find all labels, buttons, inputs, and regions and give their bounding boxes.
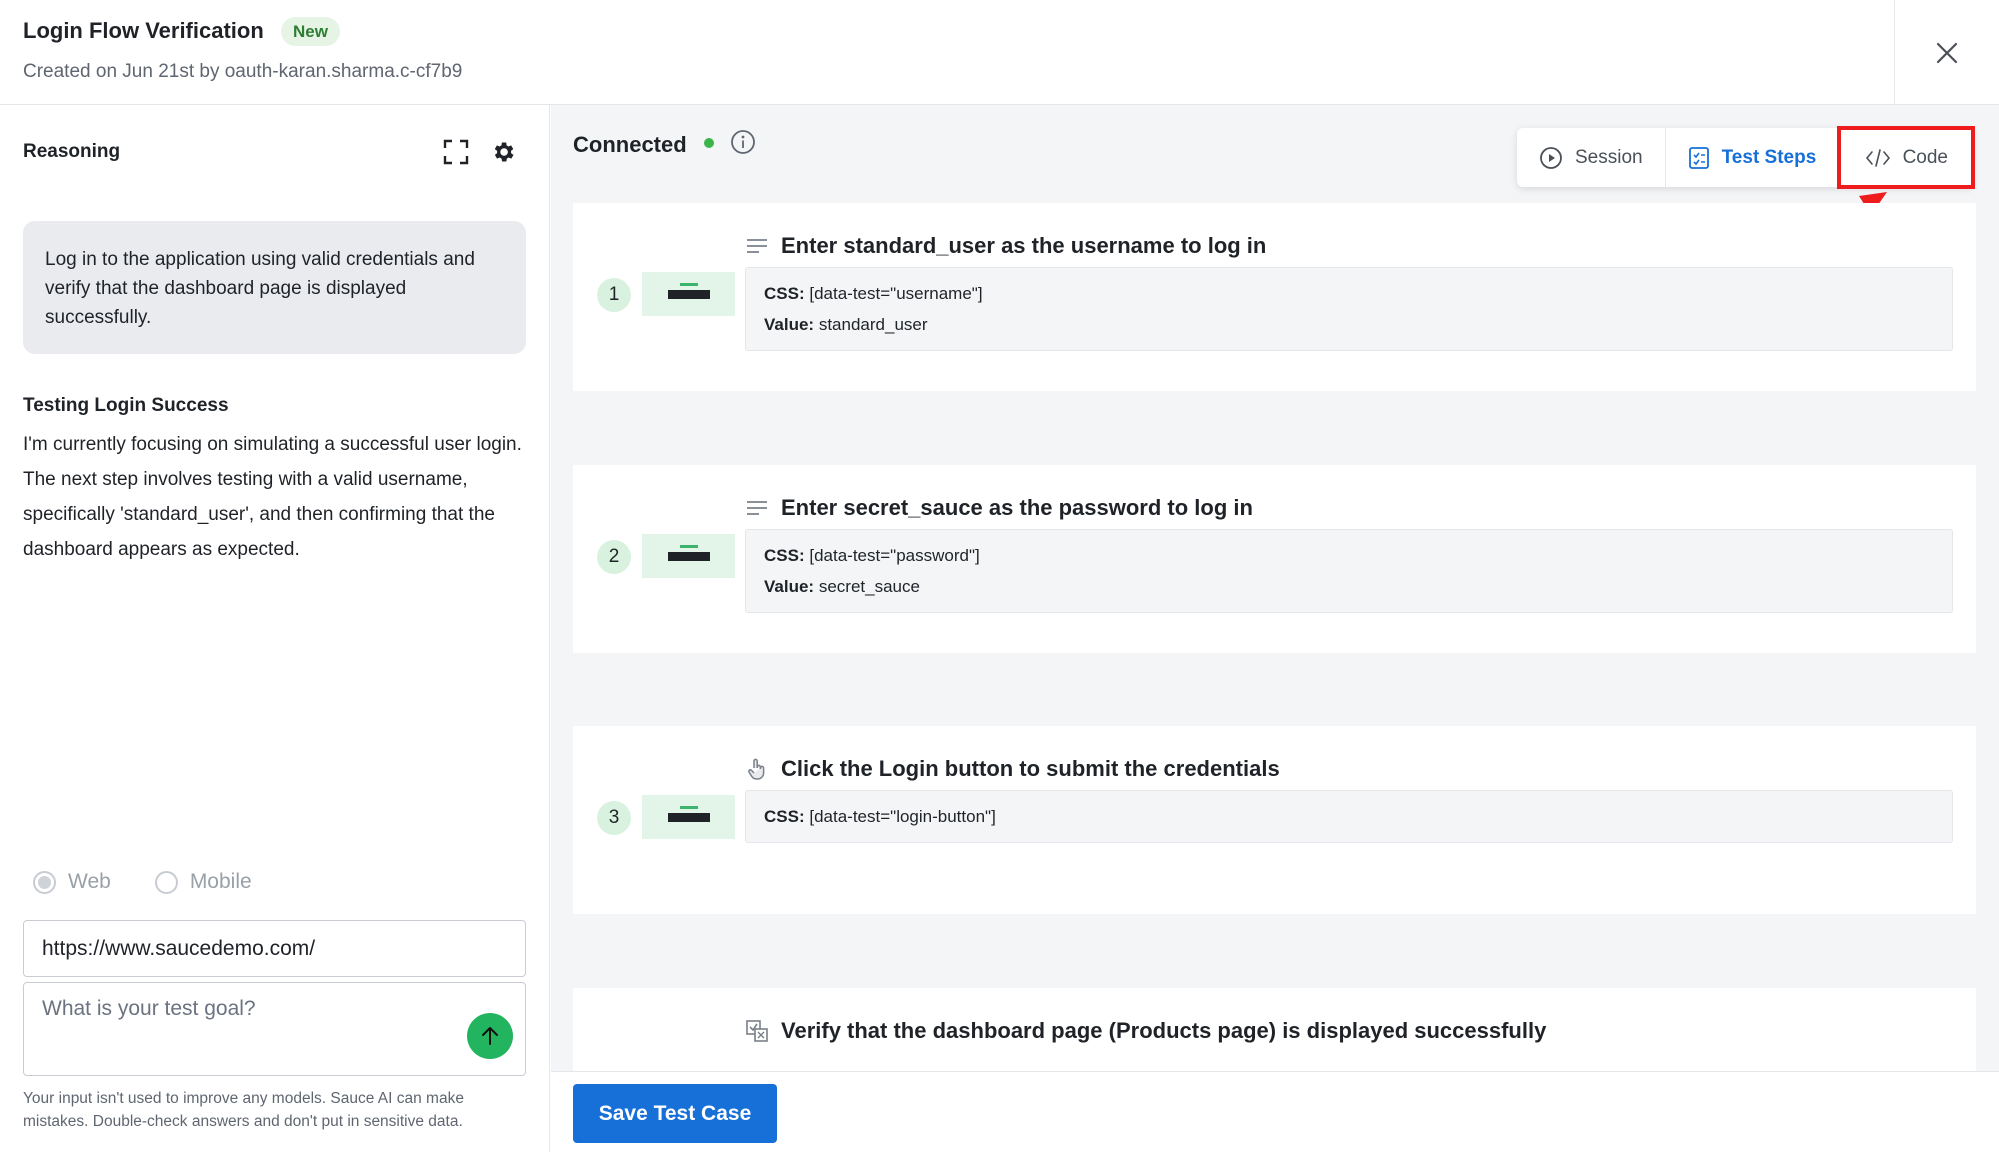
- step-card-2[interactable]: 2 Enter secret_sauce as the password to …: [573, 465, 1976, 653]
- step-title: Verify that the dashboard page (Products…: [781, 1018, 1547, 1043]
- tab-code-label: Code: [1902, 146, 1948, 168]
- css-selector: [data-test="username"]: [809, 284, 983, 303]
- css-label: CSS:: [764, 284, 805, 303]
- goal-message-bubble: Log in to the application using valid cr…: [23, 221, 526, 354]
- css-label: CSS:: [764, 546, 805, 565]
- gear-icon: [494, 142, 514, 162]
- info-icon[interactable]: [729, 128, 757, 156]
- step-title: Enter standard_user as the username to l…: [781, 233, 1267, 258]
- tap-icon: [748, 758, 765, 780]
- close-button[interactable]: [1894, 0, 1999, 105]
- send-button[interactable]: [467, 1013, 513, 1059]
- reasoning-panel: Reasoning Log in to the application usin…: [0, 105, 550, 1152]
- arrow-up-icon: [482, 1027, 498, 1045]
- step-screenshot-thumbnail[interactable]: [642, 272, 735, 316]
- css-selector: [data-test="password"]: [809, 546, 980, 565]
- dialog-header: Login Flow Verification New Created on J…: [0, 0, 1999, 105]
- step-title: Enter secret_sauce as the password to lo…: [781, 495, 1253, 520]
- tab-test-steps[interactable]: Test Steps: [1666, 128, 1840, 187]
- radio-mobile-indicator: [154, 870, 178, 894]
- tab-test-steps-label: Test Steps: [1721, 146, 1817, 168]
- settings-button[interactable]: [486, 135, 520, 169]
- step-detail: CSS: [data-test="username"] Value: stand…: [745, 267, 1953, 351]
- step-card-1[interactable]: 1 Enter standard_user as the username to…: [573, 203, 1976, 391]
- new-badge: New: [281, 17, 340, 46]
- step-screenshot-thumbnail[interactable]: [642, 795, 735, 839]
- step-number: 3: [597, 801, 631, 835]
- value-label: Value:: [764, 577, 815, 596]
- connected-indicator-icon: [704, 138, 714, 148]
- save-test-case-button[interactable]: Save Test Case: [573, 1084, 777, 1143]
- test-goal-input[interactable]: [24, 983, 525, 1075]
- step-number: 2: [597, 540, 631, 574]
- step-number: 1: [597, 278, 631, 312]
- close-icon: [1936, 42, 1958, 63]
- thinking-body: I'm currently focusing on simulating a s…: [23, 434, 522, 560]
- tab-session-label: Session: [1575, 146, 1643, 168]
- step-screenshot-thumbnail[interactable]: [642, 534, 735, 578]
- step-detail: CSS: [data-test="password"] Value: secre…: [745, 529, 1953, 613]
- created-subtitle: Created on Jun 21st by oauth-karan.sharm…: [23, 61, 463, 82]
- tab-code[interactable]: Code: [1837, 126, 1976, 189]
- thinking-title: Testing Login Success: [23, 395, 229, 416]
- view-tabs: Session Test Steps Code: [1517, 126, 1976, 189]
- play-circle-icon: [1540, 146, 1562, 169]
- radio-mobile[interactable]: Mobile: [154, 870, 252, 894]
- css-label: CSS:: [764, 807, 805, 826]
- reasoning-label: Reasoning: [23, 141, 121, 162]
- step-detail: CSS: [data-test="login-button"]: [745, 790, 1953, 843]
- type-text-icon: [747, 501, 767, 515]
- type-text-icon: [747, 239, 767, 253]
- ai-disclaimer: Your input isn't used to improve any mod…: [23, 1090, 464, 1130]
- connection-status: Connected: [573, 132, 687, 157]
- step-value: secret_sauce: [818, 577, 920, 596]
- step-value: standard_user: [818, 315, 928, 334]
- page-title: Login Flow Verification: [23, 18, 264, 43]
- value-label: Value:: [764, 315, 815, 334]
- radio-web-label: Web: [68, 870, 111, 893]
- url-input[interactable]: [23, 920, 526, 977]
- step-card-4[interactable]: Verify that the dashboard page (Products…: [573, 988, 1976, 1071]
- radio-web-indicator: [33, 870, 56, 894]
- tab-session[interactable]: Session: [1517, 128, 1666, 187]
- step-card-3[interactable]: 3 Click the Login button to submit the c…: [573, 726, 1976, 914]
- radio-mobile-label: Mobile: [189, 870, 252, 893]
- css-selector: [data-test="login-button"]: [809, 807, 996, 826]
- step-title: Click the Login button to submit the cre…: [781, 756, 1280, 781]
- radio-web[interactable]: Web: [33, 870, 111, 894]
- expand-icon: [443, 139, 469, 165]
- checklist-icon: [1688, 146, 1709, 169]
- steps-panel: Connected Session Test Steps Code 1 Ente…: [551, 105, 1999, 1071]
- goal-input-container: [23, 982, 526, 1076]
- code-icon: [1865, 148, 1890, 167]
- expand-button[interactable]: [439, 135, 473, 169]
- footer-bar: Save Test Case: [551, 1071, 1999, 1152]
- platform-radio-group: Web Mobile: [33, 870, 252, 894]
- verify-icon: [746, 1020, 768, 1042]
